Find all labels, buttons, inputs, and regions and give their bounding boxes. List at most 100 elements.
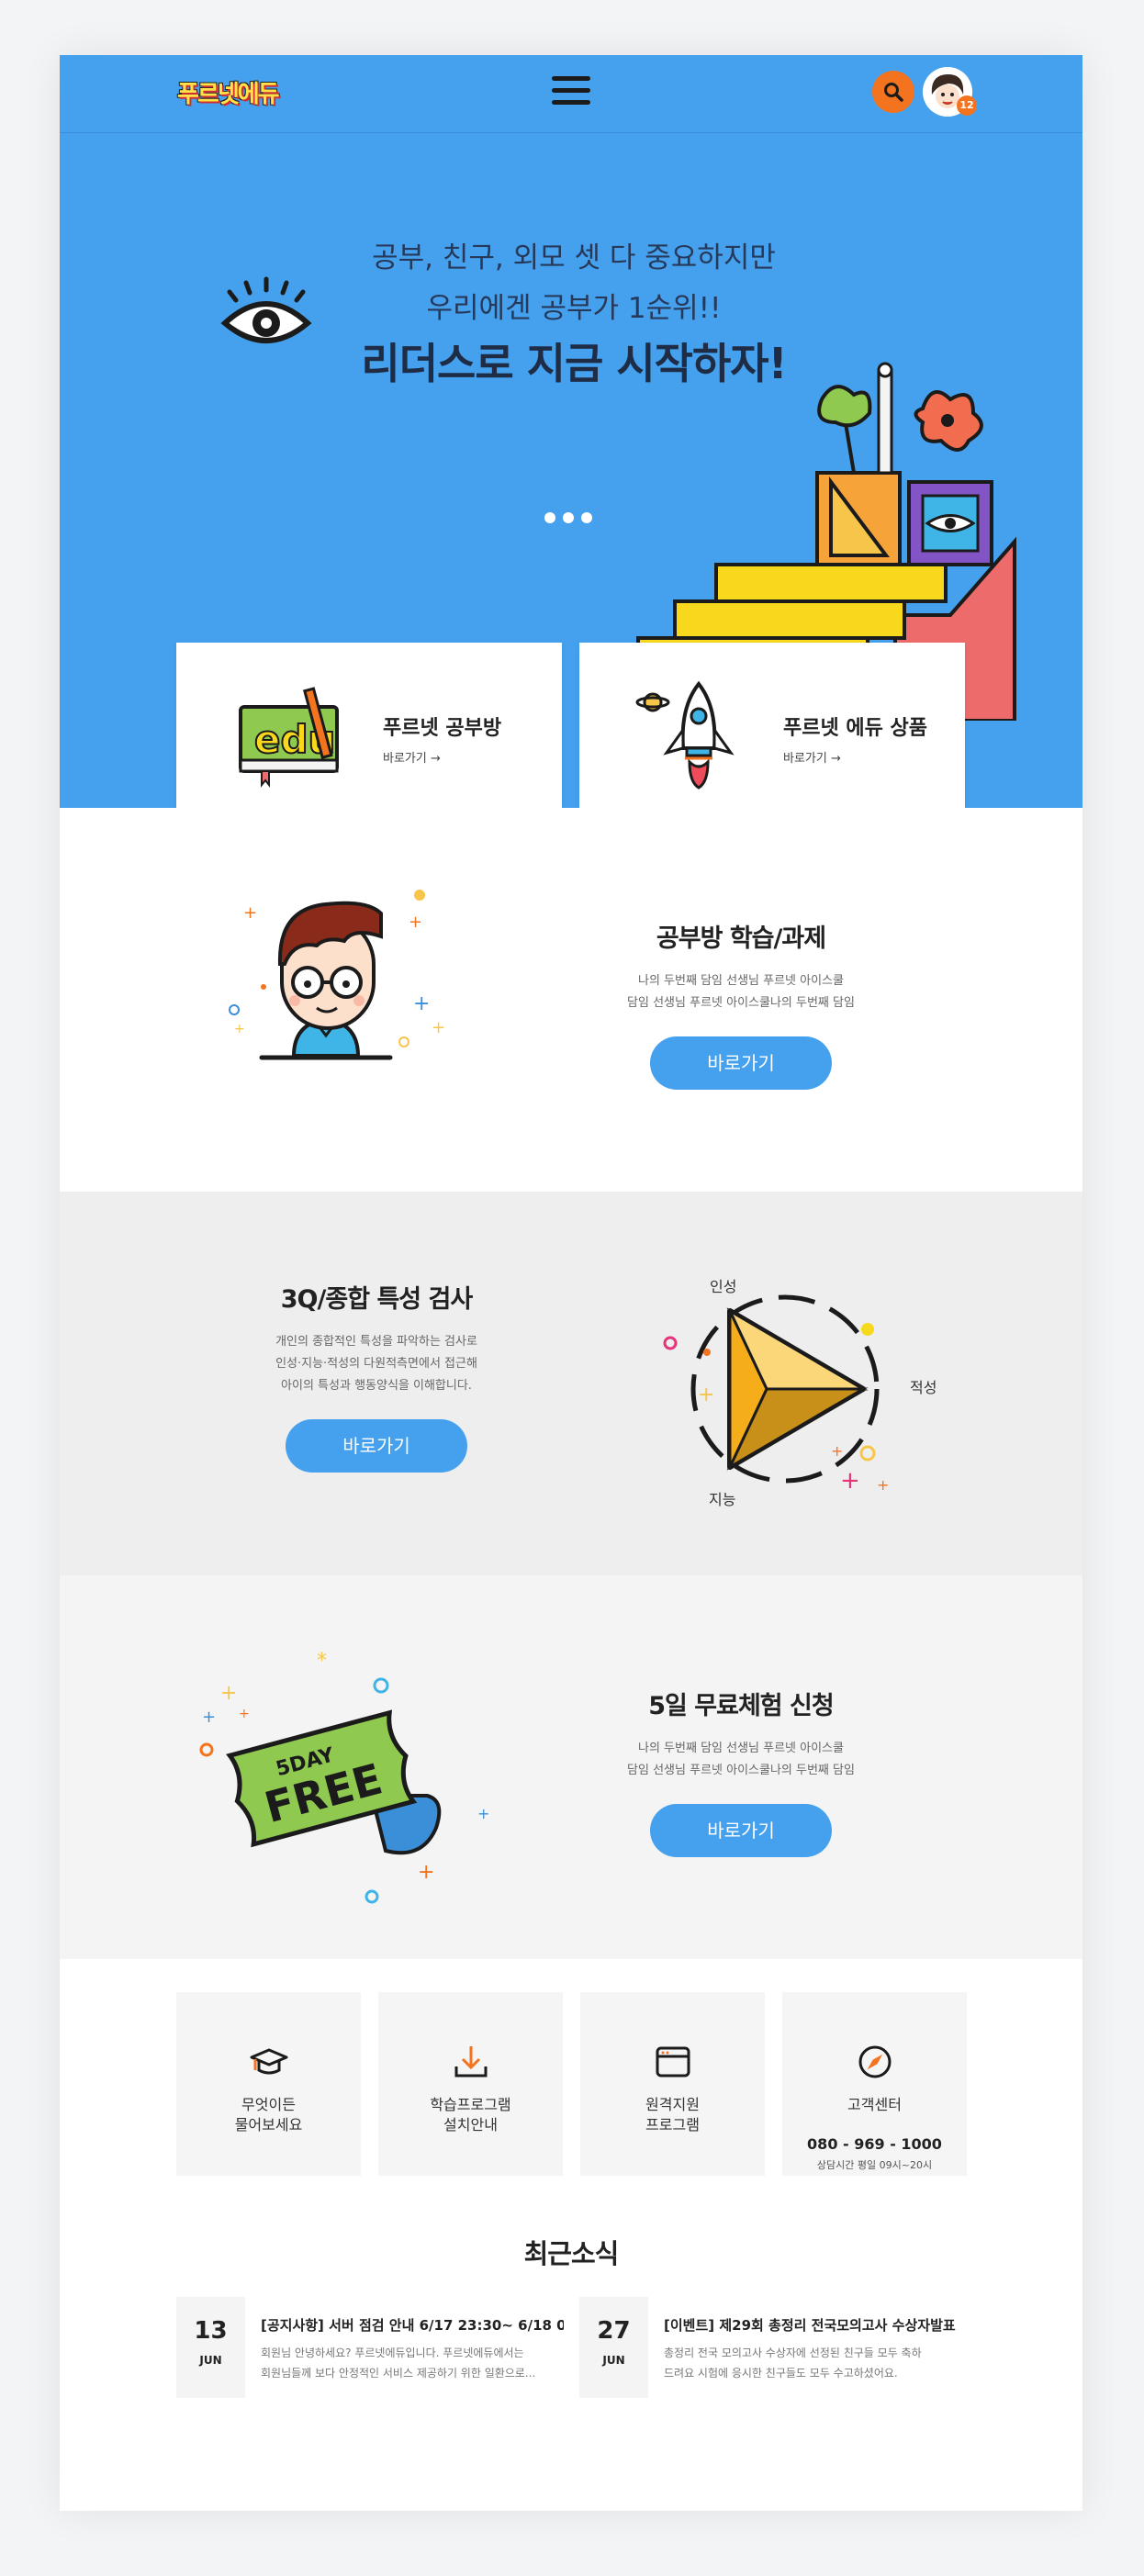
card-link[interactable]: 바로가기 → — [783, 748, 841, 766]
quick-link-label: 무엇이든 물어보세요 — [176, 2095, 361, 2135]
quick-link-line2: 설치안내 — [443, 2116, 498, 2134]
hero-subtitle-line2: 우리에겐 공부가 1순위!! — [426, 292, 722, 325]
hero-banner: 공부, 친구, 외모 셋 다 중요하지만 우리에겐 공부가 1순위!! 리더스로… — [60, 133, 1082, 826]
customer-phone: 080 - 969 - 1000 — [807, 2135, 942, 2153]
window-icon — [656, 2046, 690, 2078]
section-desc-line1: 나의 두번째 담임 선생님 푸르넷 아이스쿨 — [638, 974, 844, 988]
svg-text:*: * — [317, 1650, 327, 1673]
section-3q-test: 3Q/종합 특성 검사 개인의 종합적인 특성을 파악하는 검사로 인성·지능·… — [60, 1192, 1082, 1575]
news-body: 총정리 전국 모의고사 수상자에 선정된 친구들 모두 축하 드려요 시험에 응… — [664, 2343, 965, 2383]
news-body-line1: 회원님 안녕하세요? 푸르넷에듀입니다. 푸르넷에듀에서는 — [261, 2346, 524, 2359]
card-title: 푸르넷 에듀 상품 — [783, 717, 927, 740]
svg-text:+: + — [840, 1467, 860, 1495]
quick-link-line1: 무엇이든 — [241, 2096, 296, 2113]
section-desc-line2: 담임 선생님 푸르넷 아이스쿨나의 두번째 담임 — [627, 1764, 855, 1777]
search-button[interactable] — [872, 71, 914, 113]
section-title: 5일 무료체험 신청 — [648, 1692, 834, 1720]
label-personality: 인성 — [710, 1278, 737, 1295]
news-headline[interactable]: [공지사항] 서버 점검 안내 6/17 23:30~ 6/18 01:30 — [261, 2315, 564, 2335]
quick-link-line1: 고객센터 — [847, 2096, 902, 2113]
section-desc-line3: 아이의 특성과 행동양식을 이해합니다. — [281, 1379, 472, 1393]
notification-badge: 12 — [957, 95, 977, 116]
quick-link-install[interactable]: 학습프로그램 설치안내 — [378, 1992, 563, 2176]
go-button[interactable]: 바로가기 — [286, 1419, 467, 1473]
quick-link-faq[interactable]: 무엇이든 물어보세요 — [176, 1992, 361, 2176]
carousel-dots — [544, 512, 592, 523]
menu-bar — [552, 76, 590, 81]
svg-text:+: + — [243, 903, 257, 923]
news-body-line2: 드려요 시험에 응시한 친구들도 모두 수고하셨어요. — [664, 2367, 898, 2380]
menu-bar — [552, 100, 590, 105]
svg-text:+: + — [234, 1022, 245, 1036]
quick-link-label: 학습프로그램 설치안내 — [378, 2095, 563, 2135]
search-icon — [884, 83, 903, 102]
news-month: JUN — [199, 2354, 222, 2367]
svg-text:+: + — [877, 1476, 889, 1494]
header: 푸르넷에듀 12 — [60, 55, 1082, 133]
svg-text:+: + — [432, 1018, 445, 1037]
free-ticket-illustration: * + + + + + 5DAY FREE — [199, 1650, 489, 1904]
go-button[interactable]: 바로가기 — [650, 1036, 832, 1090]
news-date: 13 JUN — [176, 2297, 245, 2398]
carousel-dot[interactable] — [544, 512, 555, 523]
menu-bar — [552, 88, 590, 93]
section-desc-line1: 개인의 종합적인 특성을 파악하는 검사로 — [275, 1335, 477, 1349]
section-desc-line2: 담임 선생님 푸르넷 아이스쿨나의 두번째 담임 — [627, 996, 855, 1010]
section-desc-line2: 인성·지능·적성의 다원적측면에서 접근해 — [275, 1357, 477, 1371]
news-headline[interactable]: [이벤트] 제29회 총정리 전국모의고사 수상자발표 — [664, 2315, 967, 2335]
news-day: 13 — [194, 2317, 228, 2345]
news-item[interactable]: 27 JUN [이벤트] 제29회 총정리 전국모의고사 수상자발표 총정리 전… — [579, 2297, 965, 2398]
logo-text: 푸르넷에듀 — [177, 80, 280, 108]
svg-text:+: + — [413, 992, 430, 1015]
edu-book-icon: edu — [239, 687, 339, 788]
news-item[interactable]: 13 JUN [공지사항] 서버 점검 안내 6/17 23:30~ 6/18 … — [176, 2297, 564, 2398]
section-study-homework: + + + + + 공부방 학습/과제 나의 두번째 담임 선생님 푸르넷 아이… — [60, 808, 1082, 1192]
carousel-dot[interactable] — [581, 512, 592, 523]
logo[interactable]: 푸르넷에듀 — [177, 73, 280, 110]
rocket-icon — [635, 680, 735, 790]
section-free-trial: * + + + + + 5DAY FREE 5일 무료체험 신청 나의 두번째 … — [60, 1575, 1082, 1959]
quick-link-line1: 학습프로그램 — [430, 2096, 511, 2113]
compass-icon — [858, 2045, 892, 2078]
svg-text:+: + — [409, 913, 422, 932]
quick-link-label: 원격지원 프로그램 — [580, 2095, 765, 2135]
go-button[interactable]: 바로가기 — [650, 1804, 832, 1857]
section-desc-line1: 나의 두번째 담임 선생님 푸르넷 아이스쿨 — [638, 1742, 844, 1755]
quick-link-line1: 원격지원 — [645, 2096, 700, 2113]
svg-text:+: + — [202, 1708, 216, 1727]
news-section-title: 최근소식 — [523, 2238, 620, 2269]
carousel-dot[interactable] — [563, 512, 574, 523]
customer-hours: 상담시간 평일 09시~20시 — [816, 2159, 933, 2171]
quick-link-label: 고객센터 — [782, 2095, 967, 2115]
quick-link-line2: 프로그램 — [645, 2116, 700, 2134]
triangle-play-illustration: + + + + — [663, 1294, 889, 1495]
hamburger-menu-button[interactable] — [552, 76, 590, 109]
svg-text:+: + — [831, 1442, 843, 1460]
news-month: JUN — [602, 2354, 625, 2367]
quick-link-customer-center[interactable]: 고객센터 080 - 969 - 1000 상담시간 평일 09시~20시 — [782, 1992, 967, 2176]
news-day: 27 — [597, 2317, 631, 2345]
card-title: 푸르넷 공부방 — [383, 717, 502, 740]
card-link[interactable]: 바로가기 → — [383, 748, 441, 766]
svg-text:+: + — [239, 1707, 250, 1721]
news-date: 27 JUN — [579, 2297, 648, 2398]
news-body-line1: 총정리 전국 모의고사 수상자에 선정된 친구들 모두 축하 — [664, 2346, 922, 2359]
download-icon — [454, 2046, 488, 2078]
hero-card-study-room[interactable]: edu 푸르넷 공부방 바로가기 → — [176, 643, 562, 826]
graduation-cap-icon — [250, 2048, 288, 2075]
quick-link-remote[interactable]: 원격지원 프로그램 — [580, 1992, 765, 2176]
hero-subtitle-line1: 공부, 친구, 외모 셋 다 중요하지만 — [372, 241, 776, 274]
quick-link-line2: 물어보세요 — [234, 2116, 303, 2134]
section-text: 공부방 학습/과제 나의 두번째 담임 선생님 푸르넷 아이스쿨 담임 선생님 … — [576, 918, 906, 1090]
svg-text:+: + — [220, 1682, 237, 1705]
svg-text:+: + — [477, 1805, 489, 1822]
student-boy-illustration: + + + + + — [229, 890, 445, 1060]
section-title: 공부방 학습/과제 — [656, 924, 826, 953]
hero-card-edu-products[interactable]: 푸르넷 에듀 상품 바로가기 → — [579, 643, 965, 826]
svg-text:+: + — [418, 1861, 434, 1884]
svg-text:+: + — [698, 1383, 714, 1406]
news-body: 회원님 안녕하세요? 푸르넷에듀입니다. 푸르넷에듀에서는 회원님들께 보다 안… — [261, 2343, 562, 2383]
news-body-line2: 회원님들께 보다 안정적인 서비스 제공하기 위한 일환으로... — [261, 2367, 536, 2380]
label-aptitude: 적성 — [910, 1379, 937, 1396]
label-intelligence: 지능 — [709, 1491, 736, 1508]
